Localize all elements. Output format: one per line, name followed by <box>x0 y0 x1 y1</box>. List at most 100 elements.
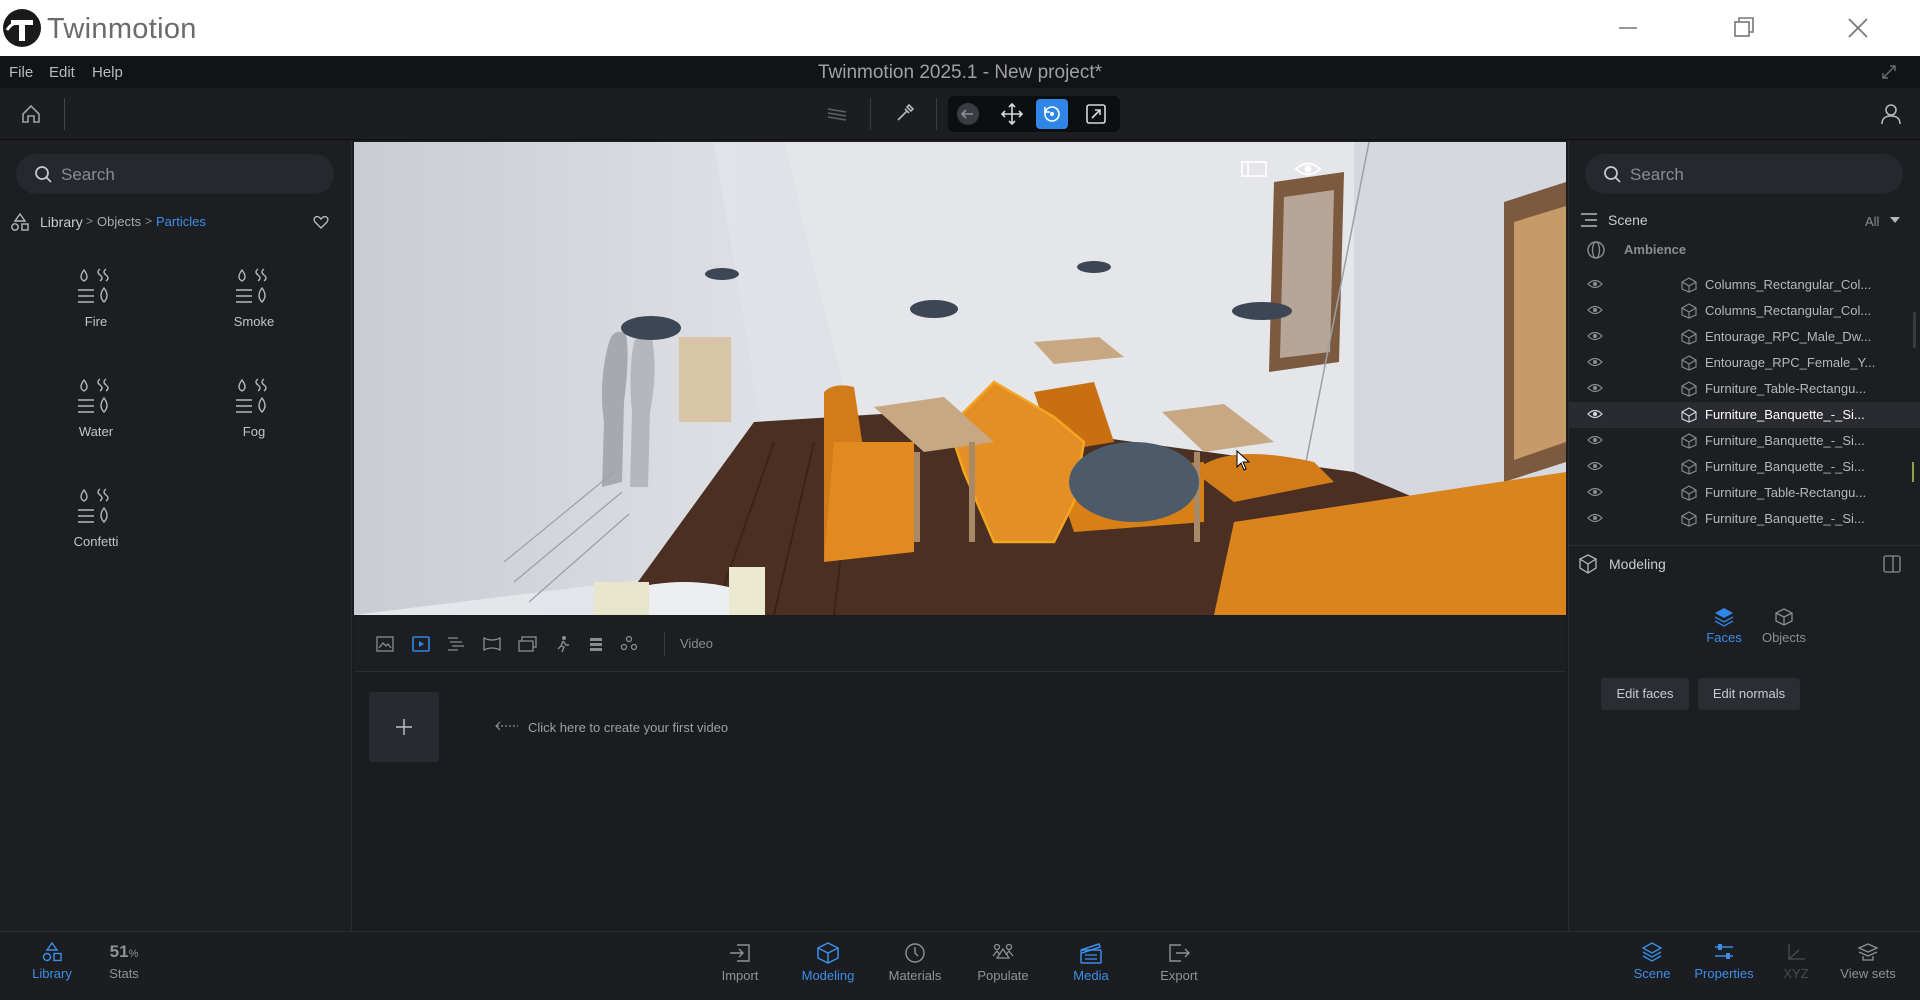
nav-populate[interactable]: Populate <box>963 942 1043 983</box>
layers-icon[interactable] <box>826 104 848 124</box>
video-media-icon[interactable] <box>412 636 430 652</box>
panel-toggle-icon[interactable] <box>1883 555 1901 573</box>
scene-row[interactable]: Furniture_Banquette_-_Si... <box>1569 428 1920 454</box>
move-icon[interactable] <box>1000 102 1024 126</box>
particles-icon <box>236 378 267 413</box>
3d-viewport[interactable] <box>354 142 1566 615</box>
scene-search-input[interactable]: Search <box>1585 154 1903 194</box>
nav-properties-label: Properties <box>1694 966 1754 981</box>
scene-row[interactable]: Furniture_Banquette_-_Si... <box>1569 454 1920 480</box>
undo-back-icon[interactable] <box>956 102 980 126</box>
particles-icon <box>78 488 109 523</box>
scale-icon[interactable] <box>1084 102 1108 126</box>
nav-stats[interactable]: 51% Stats <box>84 942 164 981</box>
library-item-smoke[interactable]: Smoke <box>189 266 319 329</box>
eye-icon[interactable] <box>1587 356 1603 368</box>
library-item-confetti[interactable]: Confetti <box>31 486 161 549</box>
chevron-down-icon[interactable] <box>1889 216 1901 224</box>
object-cube-icon <box>1681 485 1697 501</box>
search-icon <box>1604 166 1621 183</box>
scene-row-label: Entourage_RPC_Female_Y... <box>1705 355 1876 370</box>
scene-row[interactable]: Furniture_Table-Rectangu... <box>1569 480 1920 506</box>
eye-icon[interactable] <box>1587 460 1603 472</box>
library-item-fog[interactable]: Fog <box>189 376 319 439</box>
phasing-icon[interactable] <box>620 635 638 653</box>
library-item-label: Confetti <box>73 534 119 549</box>
nav-xyz-label: XYZ <box>1783 966 1809 981</box>
nav-scene[interactable]: Scene <box>1612 942 1692 981</box>
favorite-heart-icon[interactable] <box>312 213 330 231</box>
minimize-button[interactable] <box>1608 10 1648 46</box>
menu-edit[interactable]: Edit <box>49 64 75 81</box>
restore-button[interactable] <box>1723 10 1763 46</box>
scene-row[interactable]: Columns_Rectangular_Col... <box>1569 298 1920 324</box>
breadcrumb-objects[interactable]: Objects <box>97 214 141 229</box>
eye-icon[interactable] <box>1587 408 1603 420</box>
split-view-icon[interactable] <box>1240 160 1268 178</box>
breadcrumb-particles[interactable]: Particles <box>156 214 206 229</box>
create-video-button[interactable] <box>369 692 439 762</box>
scene-tree: Columns_Rectangular_Col... Columns_Recta… <box>1569 272 1920 534</box>
home-icon[interactable] <box>20 103 42 125</box>
nav-export[interactable]: Export <box>1139 942 1219 983</box>
tab-faces[interactable]: Faces <box>1696 607 1752 645</box>
object-cube-icon <box>1681 277 1697 293</box>
fullscreen-icon[interactable] <box>1880 63 1898 81</box>
visibility-eye-icon[interactable] <box>1294 158 1322 180</box>
ambience-label[interactable]: Ambience <box>1624 242 1686 257</box>
nav-media[interactable]: Media <box>1051 942 1131 983</box>
scene-row[interactable]: Furniture_Table-Rectangu... <box>1569 376 1920 402</box>
library-search-input[interactable]: Search <box>16 154 334 194</box>
nav-properties[interactable]: Properties <box>1684 942 1764 981</box>
dotted-arrow-left-icon <box>495 721 518 731</box>
sequence-stack-icon[interactable] <box>588 636 604 652</box>
scene-row[interactable]: Furniture_Banquette_-_Si... <box>1569 506 1920 532</box>
breadcrumb-library[interactable]: Library <box>40 214 83 230</box>
scene-row[interactable]: Columns_Rectangular_Col... <box>1569 272 1920 298</box>
eye-icon[interactable] <box>1587 486 1603 498</box>
presentation-icon[interactable] <box>518 636 538 652</box>
menu-file[interactable]: File <box>9 64 33 81</box>
object-cube-icon <box>1681 303 1697 319</box>
user-account-icon[interactable] <box>1880 102 1902 126</box>
scene-row[interactable]: Entourage_RPC_Male_Dw... <box>1569 324 1920 350</box>
edit-faces-button[interactable]: Edit faces <box>1601 678 1689 710</box>
scene-filter-select[interactable]: All <box>1865 214 1879 229</box>
close-button[interactable] <box>1838 10 1878 46</box>
scene-row-selected[interactable]: Furniture_Banquette_-_Si... <box>1569 402 1920 428</box>
eye-icon[interactable] <box>1587 304 1603 316</box>
edit-normals-button[interactable]: Edit normals <box>1698 678 1800 710</box>
toolbar-divider <box>64 98 65 130</box>
eyedropper-icon[interactable] <box>894 102 916 124</box>
eye-icon[interactable] <box>1587 382 1603 394</box>
scene-scrollbar[interactable] <box>1913 312 1916 348</box>
eye-icon[interactable] <box>1587 434 1603 446</box>
eye-icon[interactable] <box>1587 278 1603 290</box>
library-panel: Search Library > Objects > Particles Fir… <box>0 141 352 931</box>
eye-icon[interactable] <box>1587 512 1603 524</box>
rotate-tool-button[interactable] <box>1036 99 1068 129</box>
eye-icon[interactable] <box>1587 330 1603 342</box>
nav-modeling[interactable]: Modeling <box>788 942 868 983</box>
modeling-cube-icon <box>817 942 839 964</box>
nav-import[interactable]: Import <box>700 942 780 983</box>
nav-materials[interactable]: Materials <box>875 942 955 983</box>
tab-objects[interactable]: Objects <box>1756 607 1812 645</box>
panel-divider <box>1569 545 1920 546</box>
library-search-placeholder: Search <box>61 165 115 184</box>
library-item-fire[interactable]: Fire <box>31 266 161 329</box>
scene-row[interactable]: Entourage_RPC_Female_Y... <box>1569 350 1920 376</box>
populate-icon <box>992 943 1014 959</box>
nav-export-label: Export <box>1160 968 1198 983</box>
object-cube-icon <box>1681 329 1697 345</box>
walk-icon[interactable] <box>556 635 570 653</box>
menu-help[interactable]: Help <box>92 64 123 81</box>
image-media-icon[interactable] <box>376 636 394 652</box>
panorama-media-icon[interactable] <box>446 636 466 652</box>
nav-library[interactable]: Library <box>12 942 92 981</box>
stats-unit: % <box>128 948 139 960</box>
nav-view-sets[interactable]: View sets <box>1828 942 1908 981</box>
panorama-frame-icon[interactable] <box>482 636 502 652</box>
breadcrumb-separator: > <box>86 214 94 228</box>
library-item-water[interactable]: Water <box>31 376 161 439</box>
